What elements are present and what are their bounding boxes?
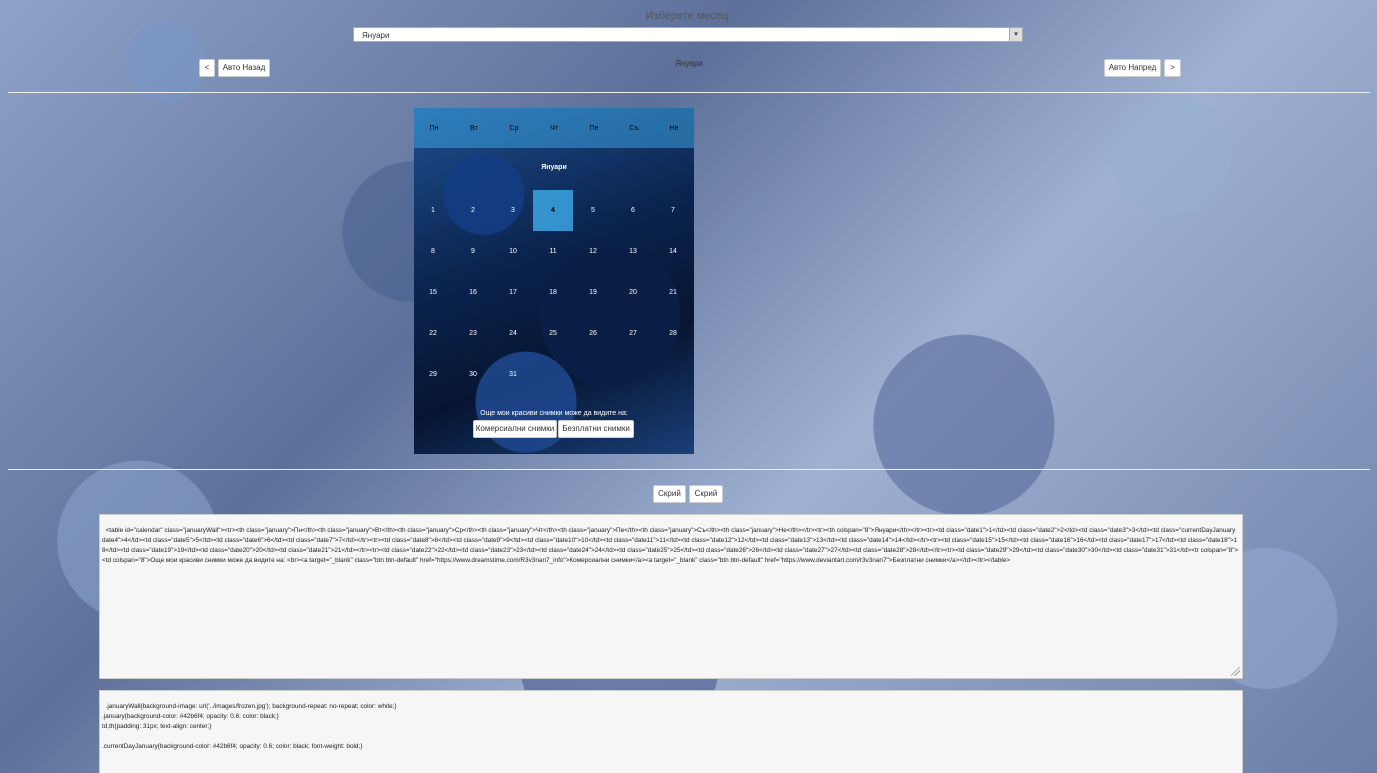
next-month-button[interactable]: >: [1164, 59, 1181, 77]
calendar-day-cell: 24: [509, 330, 517, 337]
calendar-day-cell: 26: [589, 330, 597, 337]
calendar-day-cell: 19: [589, 289, 597, 296]
calendar-day-cell: 6: [631, 207, 635, 214]
calendar-day-cell: 17: [509, 289, 517, 296]
calendar-day-cell: 18: [549, 289, 557, 296]
auto-back-button[interactable]: Авто Назад: [218, 59, 270, 77]
html-code-textarea[interactable]: <table id="calendar" class="januaryWall"…: [99, 514, 1243, 679]
month-picker-label: Изберете месец:: [645, 10, 732, 22]
css-code-textarea[interactable]: .januaryWall{background-image: url('../i…: [99, 690, 1243, 773]
calendar-footer: Още мои красиви снимки може да видите на…: [414, 410, 694, 417]
hide-css-button[interactable]: Скрий: [689, 485, 723, 503]
weekday-header-cell: Чт: [550, 125, 558, 132]
calendar-day-cell: 3: [511, 207, 515, 214]
calendar-day-cell: 2: [471, 207, 475, 214]
commercial-photos-button[interactable]: Комерсиални снимки: [473, 420, 557, 438]
divider: [8, 92, 1370, 93]
current-month-label: Януари: [675, 59, 703, 68]
auto-forward-button[interactable]: Авто Напред: [1104, 59, 1161, 77]
weekday-header-cell: Не: [669, 125, 679, 132]
calendar-day-cell: 11: [549, 248, 557, 255]
weekday-header-cell: Ср: [509, 125, 519, 132]
calendar-day-cell: 7: [671, 207, 675, 214]
weekday-header-cell: Съ: [629, 125, 639, 132]
calendar-month-title: Януари: [541, 164, 567, 171]
css-code-content: .januaryWall{background-image: url('../i…: [102, 703, 397, 750]
current-day-cell: 4: [533, 190, 573, 231]
calendar-day-cell: [613, 354, 653, 395]
weekday-header-cell: Пе: [589, 125, 599, 132]
html-code-content: <table id="calendar" class="januaryWall"…: [102, 527, 1239, 564]
weekday-header-cell: Вт: [470, 125, 478, 132]
calendar-day-cell: 1: [431, 207, 435, 214]
calendar-day-cell: 9: [471, 248, 475, 255]
prev-month-button[interactable]: <: [199, 59, 215, 77]
resize-handle-icon[interactable]: [1231, 667, 1240, 676]
calendar-day-cell: 25: [549, 330, 557, 337]
calendar-day-cell: [533, 354, 573, 395]
hide-html-button[interactable]: Скрий: [653, 485, 686, 503]
divider: [8, 469, 1370, 470]
calendar-day-cell: 22: [429, 330, 437, 337]
calendar-day-cell: 28: [669, 330, 677, 337]
calendar-day-cell: 14: [669, 248, 677, 255]
calendar: Пн Вт Ср Чт Пе Съ Не Януари 1 2 3 4 5 6 7 8 9 10 11 12 13 1…: [414, 108, 694, 454]
calendar-day-cell: 15: [429, 289, 437, 296]
weekday-header-cell: Пн: [429, 125, 439, 132]
calendar-footer-text: Още мои красиви снимки може да видите на…: [480, 410, 628, 417]
calendar-day-cell: 12: [589, 248, 597, 255]
calendar-day-cell: 23: [469, 330, 477, 337]
calendar-day-cell: 21: [669, 289, 677, 296]
calendar-day-cell: 20: [629, 289, 637, 296]
month-select[interactable]: Януари ▾: [353, 27, 1023, 42]
calendar-day-cell: 13: [629, 248, 637, 255]
calendar-day-cell: 27: [629, 330, 637, 337]
calendar-day-cell: 16: [469, 289, 477, 296]
calendar-day-cell: 8: [431, 248, 435, 255]
calendar-day-cell: 30: [469, 371, 477, 378]
calendar-day-cell: [573, 354, 613, 395]
chevron-down-icon[interactable]: ▾: [1009, 28, 1022, 41]
calendar-day-cell: [653, 354, 693, 395]
free-photos-button[interactable]: Безплатни снимки: [558, 420, 634, 438]
calendar-day-cell: 31: [509, 371, 517, 378]
calendar-day-cell: 10: [509, 248, 517, 255]
month-select-value: Януари: [362, 31, 390, 40]
calendar-day-cell: 5: [591, 207, 595, 214]
calendar-day-cell: 29: [429, 371, 437, 378]
